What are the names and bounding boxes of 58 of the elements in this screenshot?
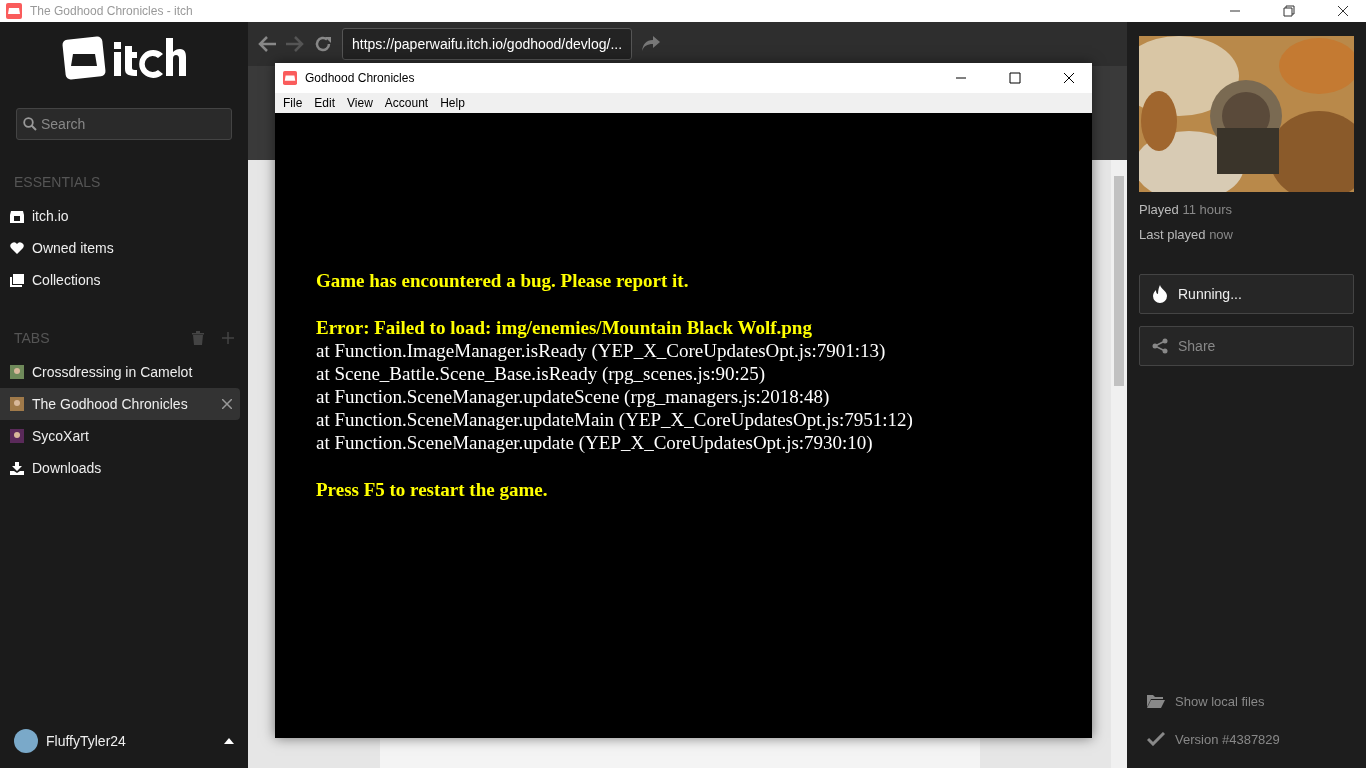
download-icon	[10, 461, 24, 475]
game-thumbnail-icon	[10, 397, 24, 411]
running-button[interactable]: Running...	[1139, 274, 1354, 314]
url-field[interactable]: https://paperwaifu.itch.io/godhood/devlog/...	[342, 28, 633, 60]
section-header: TABS	[14, 330, 51, 346]
app-icon	[6, 3, 22, 19]
flame-icon	[1152, 285, 1168, 303]
store-icon	[10, 209, 24, 223]
game-thumbnail-icon	[10, 429, 24, 443]
stack-trace-line: at Function.ImageManager.isReady (YEP_X_CoreUpdatesOpt.js:7901:13)	[316, 339, 887, 362]
version-label: Version #4387829	[1139, 720, 1354, 758]
sidebar-item[interactable]: itch.io	[0, 200, 240, 232]
forward-arrow-icon[interactable]	[286, 36, 304, 52]
error-message: Game has encountered a bug. Please report it.	[316, 269, 690, 292]
play-stat: Last played now	[1139, 227, 1234, 242]
share-button[interactable]: Share	[1139, 326, 1354, 366]
stack-trace-line: at Function.SceneManager.updateScene (rpg_managers.js:2018:48)	[316, 385, 831, 408]
logo-icon[interactable]	[62, 34, 186, 82]
close-icon[interactable]	[222, 399, 232, 409]
section-header: ESSENTIALS	[14, 174, 102, 190]
error-message: Press F5 to restart the game.	[316, 478, 549, 501]
menu-item[interactable]: View	[341, 96, 379, 110]
caret-up-icon[interactable]	[224, 738, 234, 744]
window-title: The Godhood Chronicles - itch	[30, 4, 194, 18]
share-arrow-icon[interactable]	[642, 36, 661, 52]
menu-item[interactable]: Account	[378, 96, 435, 110]
stack-trace-line: at Scene_Battle.Scene_Base.isReady (rpg_scenes.js:90:25)	[316, 362, 766, 385]
user-avatar	[14, 729, 38, 753]
plus-icon[interactable]	[222, 332, 234, 344]
play-stat: Played 11 hours	[1139, 202, 1233, 217]
reload-icon[interactable]	[314, 35, 332, 53]
back-arrow-icon[interactable]	[258, 36, 276, 52]
menu-item[interactable]: Help	[434, 96, 471, 110]
sidebar-tab[interactable]: SycoXart	[0, 420, 240, 452]
sidebar-item[interactable]: Owned items	[0, 232, 240, 264]
show-files-link[interactable]: Show local files	[1139, 682, 1354, 720]
folder-icon	[1147, 694, 1165, 708]
app-icon	[283, 71, 297, 85]
sidebar-item[interactable]: Collections	[0, 264, 240, 296]
share-icon	[1152, 338, 1168, 354]
collection-icon	[10, 273, 24, 287]
sidebar-tab[interactable]: Downloads	[0, 452, 240, 484]
stack-trace-line: at Function.SceneManager.update (YEP_X_CoreUpdatesOpt.js:7930:10)	[316, 431, 874, 454]
user-name[interactable]: FluffyTyler24	[46, 733, 216, 749]
error-message: Error: Failed to load: img/enemies/Mountain Black Wolf.png	[316, 316, 813, 339]
heart-icon	[10, 242, 24, 254]
menu-item[interactable]: File	[277, 96, 309, 110]
stack-trace-line: at Function.SceneManager.updateMain (YEP_X_CoreUpdatesOpt.js:7951:12)	[316, 408, 914, 431]
trash-icon[interactable]	[192, 331, 204, 345]
window-title: Godhood Chronicles	[305, 71, 416, 85]
check-icon	[1147, 732, 1165, 746]
sidebar-tab[interactable]: Crossdressing in Camelot	[0, 356, 240, 388]
search-field[interactable]: Search	[16, 108, 232, 140]
scrollbar-thumb[interactable]	[1114, 176, 1124, 386]
search-icon	[23, 117, 37, 131]
game-thumbnail-icon	[10, 365, 24, 379]
menu-item[interactable]: Edit	[308, 96, 342, 110]
sidebar-tab[interactable]: The Godhood Chronicles	[0, 388, 240, 420]
